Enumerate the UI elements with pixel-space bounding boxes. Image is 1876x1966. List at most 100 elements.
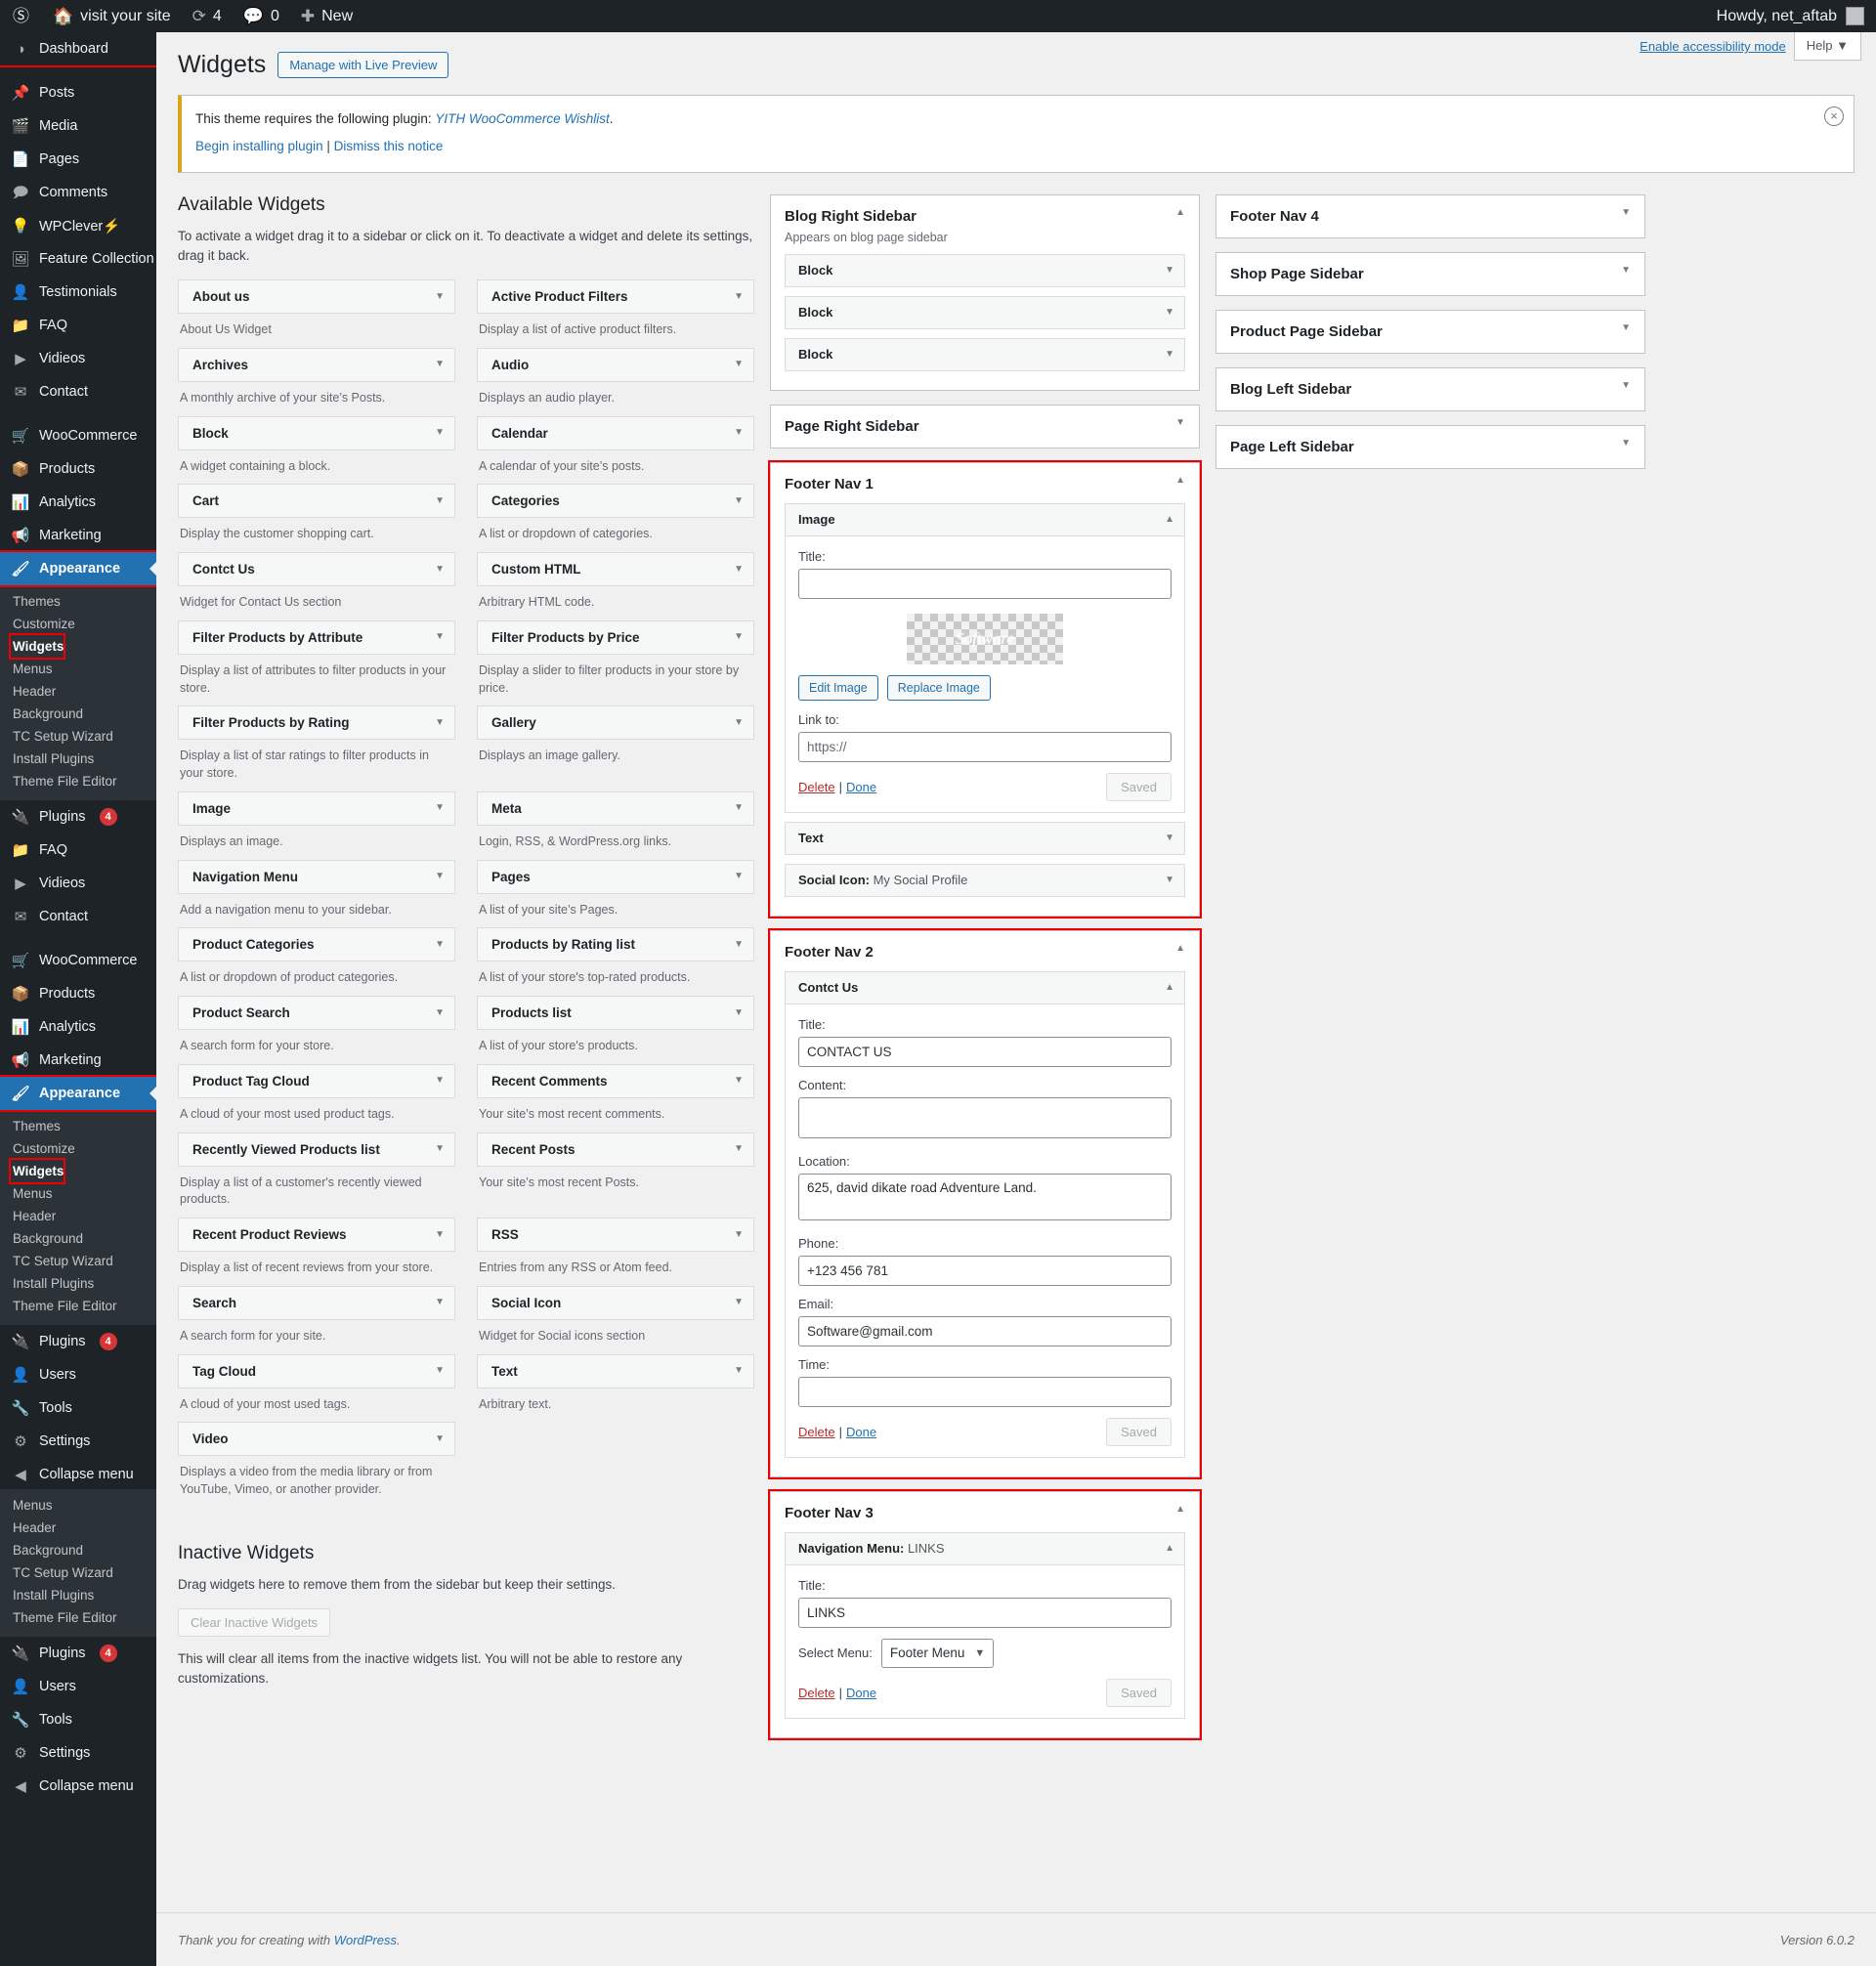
- sidebar-subitem-background[interactable]: Background: [0, 1539, 156, 1561]
- sidebar-item-marketing[interactable]: 📢 Marketing: [0, 519, 156, 552]
- title-input[interactable]: [798, 568, 1172, 599]
- chevron-down-icon[interactable]: ▼: [734, 1076, 744, 1086]
- chevron-down-icon[interactable]: ▼: [734, 1298, 744, 1307]
- updates-link[interactable]: ⟳ 4: [182, 0, 233, 32]
- sidebar-item-contact-dup[interactable]: ✉ Contact: [0, 900, 156, 933]
- sidebar-subitem-menus[interactable]: Menus: [0, 1182, 156, 1205]
- chevron-down-icon[interactable]: ▼: [435, 803, 445, 813]
- sidebar-item-plugins[interactable]: 🔌 Plugins 4: [0, 800, 156, 833]
- clear-inactive-widgets-button[interactable]: Clear Inactive Widgets: [178, 1608, 331, 1638]
- chevron-down-icon[interactable]: ▼: [435, 1076, 445, 1086]
- sidebar-widget-bar[interactable]: Navigation Menu: LINKS ▲: [785, 1531, 1185, 1565]
- select-menu-dropdown[interactable]: Footer Menu ▼: [880, 1638, 995, 1668]
- location-textarea[interactable]: [798, 1173, 1172, 1220]
- comments-link[interactable]: 💬 0: [233, 0, 290, 32]
- available-widget-bar[interactable]: Audio ▼: [477, 347, 754, 382]
- sidebar-subitem-install-plugins[interactable]: Install Plugins: [0, 1272, 156, 1295]
- delete-widget-link[interactable]: Delete: [798, 1425, 835, 1439]
- sidebar-widget-bar[interactable]: Block ▼: [785, 295, 1185, 329]
- available-widget-bar[interactable]: Recent Comments ▼: [477, 1063, 754, 1098]
- sidebar-item-woocommerce-dup[interactable]: 🛒 WooCommerce: [0, 944, 156, 977]
- available-widget-bar[interactable]: RSS ▼: [477, 1218, 754, 1253]
- chevron-down-icon[interactable]: ▼: [1165, 307, 1174, 318]
- help-button[interactable]: Help ▼: [1793, 32, 1861, 61]
- sidebar-subitem-tc-setup-wizard[interactable]: TC Setup Wizard: [0, 1561, 156, 1584]
- sidebar-item-settings[interactable]: ⚙ Settings: [0, 1425, 156, 1458]
- done-link[interactable]: Done: [846, 780, 876, 794]
- available-widget-bar[interactable]: Products list ▼: [477, 996, 754, 1031]
- chevron-down-icon[interactable]: ▼: [734, 428, 744, 438]
- manage-with-live-preview-button[interactable]: Manage with Live Preview: [277, 52, 449, 78]
- sidebar-item-comments[interactable]: 🗩 Comments: [0, 176, 156, 209]
- chevron-down-icon[interactable]: ▼: [435, 1229, 445, 1240]
- sidebar-item-tools-dup[interactable]: 🔧 Tools: [0, 1703, 156, 1736]
- sidebar-panel-header[interactable]: Page Right Sidebar ▼: [771, 406, 1199, 448]
- visit-site-link[interactable]: 🏠 visit your site: [42, 0, 182, 32]
- sidebar-item-pages[interactable]: 📄 Pages: [0, 143, 156, 176]
- sidebar-panel-header[interactable]: Product Page Sidebar ▼: [1216, 311, 1644, 353]
- enable-accessibility-mode-link[interactable]: Enable accessibility mode: [1632, 33, 1794, 60]
- available-widget-bar[interactable]: Calendar ▼: [477, 415, 754, 450]
- sidebar-item-contact[interactable]: ✉ Contact: [0, 375, 156, 408]
- sidebar-panel-header[interactable]: Footer Nav 1 ▲: [771, 463, 1199, 503]
- chevron-down-icon[interactable]: ▼: [734, 632, 744, 642]
- sidebar-item-plugins-dup2[interactable]: 🔌 Plugins 4: [0, 1637, 156, 1670]
- email-input[interactable]: [798, 1315, 1172, 1346]
- sidebar-item-faq-dup[interactable]: 📁 FAQ: [0, 833, 156, 867]
- available-widget-bar[interactable]: Block ▼: [178, 415, 455, 450]
- available-widget-bar[interactable]: Tag Cloud ▼: [178, 1353, 455, 1389]
- sidebar-item-woocommerce[interactable]: 🛒 WooCommerce: [0, 419, 156, 452]
- sidebar-panel-header[interactable]: Footer Nav 4 ▼: [1216, 195, 1644, 237]
- chevron-up-icon[interactable]: ▲: [1165, 1543, 1174, 1554]
- chevron-down-icon[interactable]: ▼: [734, 360, 744, 369]
- chevron-down-icon[interactable]: ▼: [734, 803, 744, 813]
- sidebar-subitem-install-plugins[interactable]: Install Plugins: [0, 1584, 156, 1606]
- sidebar-item-posts[interactable]: 📌 Posts: [0, 76, 156, 109]
- time-input[interactable]: [798, 1376, 1172, 1407]
- available-widget-bar[interactable]: Gallery ▼: [477, 705, 754, 741]
- sidebar-item-collapse-menu-dup[interactable]: ◀ Collapse menu: [0, 1770, 156, 1803]
- chevron-down-icon[interactable]: ▼: [435, 291, 445, 302]
- chevron-up-icon[interactable]: ▲: [1175, 207, 1185, 218]
- sidebar-item-analytics[interactable]: 📊 Analytics: [0, 486, 156, 519]
- new-content-link[interactable]: ✚ New: [290, 0, 363, 32]
- admin-sidebar-menu[interactable]: ◑ Dashboard 📌 Posts 🎬 Media 📄 Pages 🗩 Co…: [0, 32, 156, 1966]
- sidebar-subitem-themes[interactable]: Themes: [0, 590, 156, 613]
- sidebar-panel-header[interactable]: Page Left Sidebar ▼: [1216, 426, 1644, 468]
- available-widget-bar[interactable]: Cart ▼: [178, 484, 455, 519]
- appearance-submenu[interactable]: Themes Customize Widgets Menus Header Ba…: [0, 585, 156, 800]
- sidebar-subitem-header[interactable]: Header: [0, 1205, 156, 1227]
- content-textarea[interactable]: [798, 1096, 1172, 1138]
- chevron-up-icon[interactable]: ▲: [1175, 1504, 1185, 1515]
- available-widget-bar[interactable]: Filter Products by Price ▼: [477, 620, 754, 655]
- chevron-down-icon[interactable]: ▼: [435, 360, 445, 369]
- available-widget-bar[interactable]: Custom HTML ▼: [477, 552, 754, 587]
- available-widget-bar[interactable]: Navigation Menu ▼: [178, 859, 455, 894]
- sidebar-subitem-customize[interactable]: Customize: [0, 613, 156, 635]
- chevron-down-icon[interactable]: ▼: [435, 1298, 445, 1307]
- chevron-down-icon[interactable]: ▼: [435, 428, 445, 438]
- sidebar-subitem-header[interactable]: Header: [0, 1517, 156, 1539]
- chevron-down-icon[interactable]: ▼: [1621, 438, 1631, 449]
- sidebar-subitem-menus[interactable]: Menus: [0, 658, 156, 680]
- available-widget-bar[interactable]: Active Product Filters ▼: [477, 279, 754, 315]
- sidebar-panel-header[interactable]: Blog Left Sidebar ▼: [1216, 368, 1644, 410]
- available-widget-bar[interactable]: Archives ▼: [178, 347, 455, 382]
- sidebar-subitem-install-plugins[interactable]: Install Plugins: [0, 748, 156, 770]
- chevron-down-icon[interactable]: ▼: [1621, 207, 1631, 218]
- sidebar-widget-bar[interactable]: Contct Us ▲: [785, 970, 1185, 1004]
- dismiss-this-notice-link[interactable]: Dismiss this notice: [334, 139, 444, 153]
- available-widget-bar[interactable]: Filter Products by Rating ▼: [178, 705, 455, 741]
- phone-input[interactable]: [798, 1255, 1172, 1286]
- sidebar-item-analytics-dup[interactable]: 📊 Analytics: [0, 1010, 156, 1044]
- chevron-down-icon[interactable]: ▼: [435, 1144, 445, 1154]
- chevron-down-icon[interactable]: ▼: [1621, 380, 1631, 391]
- chevron-down-icon[interactable]: ▼: [1165, 875, 1174, 885]
- sidebar-item-appearance[interactable]: 🖌 Appearance: [0, 550, 156, 587]
- chevron-down-icon[interactable]: ▼: [734, 939, 744, 950]
- sidebar-widget-bar[interactable]: Image ▲: [785, 502, 1185, 536]
- sidebar-subitem-menus[interactable]: Menus: [0, 1494, 156, 1517]
- sidebar-subitem-themes[interactable]: Themes: [0, 1115, 156, 1137]
- sidebar-item-products[interactable]: 📦 Products: [0, 452, 156, 486]
- chevron-down-icon[interactable]: ▼: [435, 495, 445, 506]
